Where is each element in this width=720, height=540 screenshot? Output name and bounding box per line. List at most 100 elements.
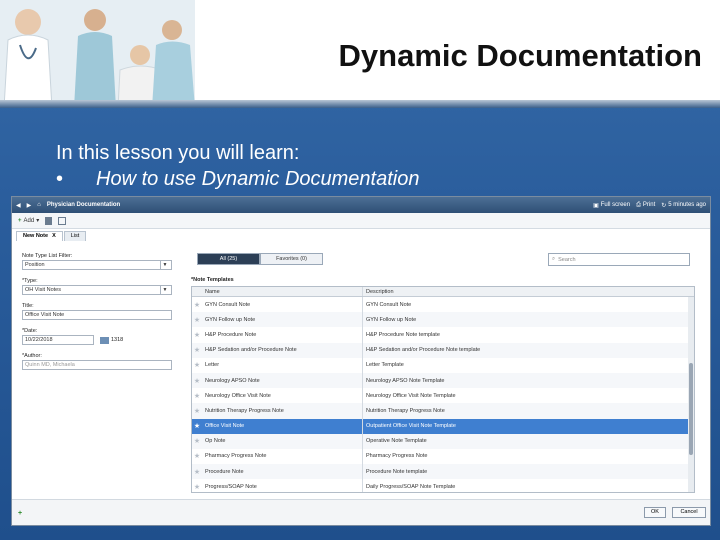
author-value: Quinn MD, Michaela [25,362,75,368]
add-button[interactable]: + Add ▾ [18,217,39,225]
date-label: *Date: [22,328,38,334]
template-row[interactable]: ★ H&P Procedure Note H&P Procedure Note te… [192,327,694,343]
template-row[interactable]: ★ Op Note Operative Note Template [192,433,694,449]
star-icon[interactable]: ★ [192,392,202,400]
home-icon[interactable]: ⌂ [37,202,41,208]
refresh-icon: ↻ [661,202,667,209]
window-footer: + OK Cancel [12,499,710,525]
star-icon[interactable]: ★ [192,452,202,460]
medical-staff-illustration [0,0,195,108]
refresh-button[interactable]: ↻ 5 minutes ago [661,202,706,209]
template-description: GYN Follow up Note [362,312,694,328]
toolbar: + Add ▾ [12,213,710,229]
close-icon[interactable]: X [52,233,56,239]
name-column-header[interactable]: Name [202,287,362,296]
template-name: Neurology APSO Note [205,377,260,384]
template-name: Op Note [205,438,226,445]
fullscreen-label: Full screen [600,202,631,208]
template-row[interactable]: ★ Nutrition Therapy Progress Note Nutritio… [192,403,694,419]
chevron-down-icon: ▼ [160,286,169,294]
document-icon[interactable] [45,216,53,225]
lesson-bullet-text: How to use Dynamic Documentation [96,168,420,190]
template-description: GYN Consult Note [362,297,694,313]
add-row-icon[interactable]: + [18,510,22,517]
template-row[interactable]: ★ GYN Follow up Note GYN Follow up Note [192,312,694,328]
title-input[interactable]: Office Visit Note [22,310,172,320]
favorites-button[interactable]: Favorites (0) [260,253,323,265]
template-search-input[interactable]: ⌕ Search [548,253,690,266]
calendar-icon[interactable] [100,336,109,344]
bullet-icon: • [56,168,64,190]
date-row: 10/22/2018 1318 [22,335,172,345]
filter-select[interactable]: Position ▼ [22,260,172,270]
title-label: Title: [22,303,34,309]
template-row[interactable]: ★ Office Visit Note Outpatient Office Visi… [192,418,694,434]
star-icon[interactable]: ★ [192,346,202,354]
back-arrow-icon[interactable]: ◀ [16,202,21,209]
tab-list-label: List [70,233,80,239]
template-description: Daily Progress/SOAP Note Template [362,479,694,492]
template-row[interactable]: ★ Neurology APSO Note Neurology APSO Note … [192,372,694,389]
note-tabs: New Note X List [16,231,87,241]
time-value: 1318 [111,337,124,343]
print-icon: ⎙ [636,201,641,208]
all-templates-button[interactable]: All (25) [197,253,260,265]
template-name: GYN Follow up Note [205,316,256,323]
date-input[interactable]: 10/22/2018 [22,335,94,345]
window-title: Physician Documentation [46,202,121,208]
print-button[interactable]: ⎙ Print [636,202,655,209]
template-row[interactable]: ★ H&P Sedation and/or Procedure Note H&P S… [192,342,694,358]
template-description: Outpatient Office Visit Note Template [362,418,694,434]
star-icon[interactable]: ★ [192,468,202,476]
time-input[interactable]: 1318 [100,336,124,344]
lesson-intro: In this lesson you will learn: [56,142,300,164]
template-row[interactable]: ★ GYN Consult Note GYN Consult Note [192,297,694,313]
tab-list[interactable]: List [63,231,87,241]
tab-new-note[interactable]: New Note X [16,231,63,241]
note-templates-grid: Name Description ★ GYN Consult Note GYN Co… [191,286,695,493]
template-row[interactable]: ★ Pharmacy Progress Note Pharmacy Progress… [192,448,694,465]
star-icon[interactable]: ★ [192,407,202,415]
template-name: Progress/SOAP Note [205,483,257,490]
grid-scrollbar[interactable] [688,297,694,492]
slide-title: Dynamic Documentation [338,38,702,73]
template-name: Procedure Note [205,468,244,475]
cancel-button[interactable]: Cancel [672,507,706,518]
star-icon[interactable]: ★ [192,301,202,309]
fullscreen-button[interactable]: ▣ Full screen [593,202,630,209]
add-icon: + [18,217,22,224]
fullscreen-icon: ▣ [593,202,599,209]
template-row[interactable]: ★ Progress/SOAP Note Daily Progress/SOAP N… [192,479,694,492]
template-row[interactable]: ★ Letter Letter Template [192,357,694,373]
forward-arrow-icon[interactable]: ▶ [27,202,32,209]
type-select[interactable]: OH Visit Notes ▼ [22,285,172,295]
grid-header: Name Description [192,287,694,297]
header-divider [0,100,720,108]
star-icon[interactable]: ★ [192,331,202,339]
star-icon[interactable]: ★ [192,422,202,430]
star-icon[interactable]: ★ [192,437,202,445]
star-icon[interactable]: ★ [192,377,202,385]
author-label: *Author: [22,353,42,359]
star-icon[interactable]: ★ [192,316,202,324]
chevron-down-icon: ▼ [160,261,169,269]
template-name: GYN Consult Note [205,301,251,308]
template-description: Operative Note Template [362,433,694,449]
template-description: Pharmacy Progress Note [362,448,694,465]
description-column-header[interactable]: Description [362,287,694,296]
template-row[interactable]: ★ Procedure Note Procedure Note template [192,464,694,480]
medical-staff-photo [0,0,195,108]
template-description: H&P Sedation and/or Procedure Note templ… [362,342,694,358]
date-value: 10/22/2018 [25,337,53,343]
grid-icon[interactable] [58,216,67,225]
scroll-thumb[interactable] [689,363,693,455]
template-description: Procedure Note template [362,464,694,480]
search-icon: ⌕ [552,256,556,262]
ok-button[interactable]: OK [644,507,666,518]
add-label: Add [23,217,35,224]
star-icon[interactable]: ★ [192,361,202,369]
template-row[interactable]: ★ Neurology Office Visit Note Neurology Of… [192,388,694,404]
star-icon[interactable]: ★ [192,483,202,491]
author-input[interactable]: Quinn MD, Michaela [22,360,172,370]
physician-documentation-window: ◀ ▶ ⌂ Physician Documentation ▣ Full scre… [11,196,711,526]
